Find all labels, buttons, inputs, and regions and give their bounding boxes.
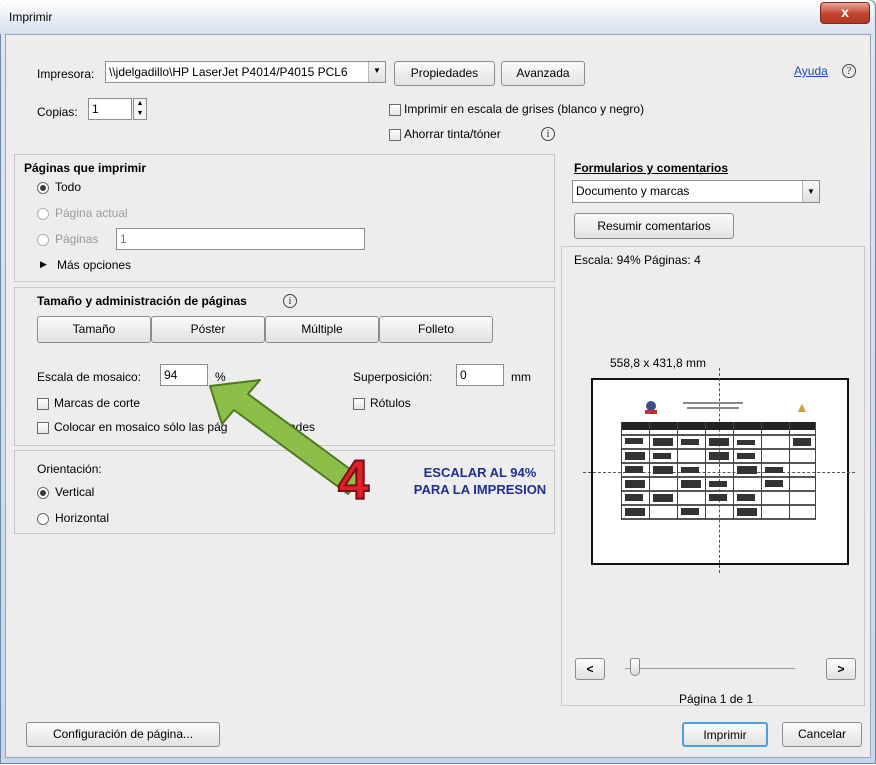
- more-options-link[interactable]: Más opciones: [57, 258, 131, 272]
- forms-select-value: Documento y marcas: [576, 184, 690, 198]
- preview-size-text: 558,8 x 431,8 mm: [610, 356, 707, 370]
- overlap-input[interactable]: 0: [456, 364, 504, 386]
- svg-text:▲: ▲: [795, 399, 809, 415]
- annotation-line-2: PARA LA IMPRESION: [413, 482, 547, 497]
- size-button[interactable]: Tamaño: [37, 316, 151, 343]
- next-page-button[interactable]: >: [826, 658, 856, 680]
- chevron-down-icon: ▼: [368, 62, 385, 82]
- poster-button[interactable]: Póster: [151, 316, 265, 343]
- properties-button[interactable]: Propiedades: [394, 61, 495, 86]
- save-ink-label: Ahorrar tinta/tóner: [404, 127, 501, 141]
- annotation-line-1: ESCALAR AL 94%: [423, 465, 537, 480]
- tile-only-checkbox[interactable]: [37, 422, 49, 434]
- expand-arrow-icon[interactable]: ▶: [40, 259, 47, 270]
- close-icon: x: [841, 4, 849, 20]
- portrait-label: Vertical: [55, 485, 95, 499]
- printer-label: Impresora:: [37, 67, 95, 81]
- copies-label: Copias:: [37, 105, 78, 119]
- landscape-radio[interactable]: [37, 513, 49, 525]
- tile-scale-label: Escala de mosaico:: [37, 370, 142, 384]
- page-slider-thumb[interactable]: [630, 658, 640, 676]
- cut-marks-checkbox[interactable]: [37, 398, 49, 410]
- title-bar[interactable]: [0, 0, 874, 34]
- landscape-label: Horizontal: [55, 511, 110, 525]
- grayscale-label: Imprimir en escala de grises (blanco y n…: [404, 102, 645, 116]
- sizing-header: Tamaño y administración de páginas: [37, 294, 247, 308]
- prev-page-button[interactable]: <: [575, 658, 605, 680]
- window-title: Imprimir: [9, 10, 53, 24]
- pages-all-label: Todo: [55, 180, 82, 194]
- annotation-number: 4: [337, 448, 370, 511]
- page-setup-button[interactable]: Configuración de página...: [26, 722, 220, 747]
- orientation-header: Orientación:: [37, 462, 102, 476]
- copies-input[interactable]: 1: [88, 98, 132, 120]
- pages-all-radio[interactable]: [37, 182, 49, 194]
- overlap-unit: mm: [511, 370, 531, 384]
- page-slider-track[interactable]: [625, 668, 795, 669]
- info-icon[interactable]: i: [541, 127, 555, 141]
- grayscale-checkbox[interactable]: [389, 104, 401, 116]
- pages-range-radio[interactable]: [37, 234, 49, 246]
- forms-select[interactable]: Documento y marcas ▼: [572, 180, 820, 203]
- info-icon[interactable]: i: [283, 294, 297, 308]
- pages-range-label: Páginas: [55, 232, 99, 246]
- chevron-down-icon: ▼: [802, 181, 819, 202]
- forms-header: Formularios y comentarios: [574, 161, 729, 175]
- cut-marks-label: Marcas de corte: [54, 396, 141, 410]
- booklet-button[interactable]: Folleto: [379, 316, 493, 343]
- pages-header: Páginas que imprimir: [24, 161, 147, 175]
- portrait-radio[interactable]: [37, 487, 49, 499]
- printer-select[interactable]: \\jdelgadillo\HP LaserJet P4014/P4015 PC…: [105, 61, 386, 83]
- copies-stepper[interactable]: ▲ ▼: [133, 98, 147, 120]
- annotation-text: ESCALAR AL 94% PARA LA IMPRESION: [400, 464, 560, 498]
- save-ink-checkbox[interactable]: [389, 129, 401, 141]
- page-counter: Página 1 de 1: [679, 692, 754, 706]
- current-page-label: Página actual: [55, 206, 128, 220]
- printer-value: \\jdelgadillo\HP LaserJet P4014/P4015 PC…: [109, 65, 348, 79]
- cancel-button[interactable]: Cancelar: [782, 722, 862, 747]
- multiple-button[interactable]: Múltiple: [265, 316, 379, 343]
- page-preview: ▲: [583, 368, 855, 573]
- close-button[interactable]: x: [820, 2, 870, 24]
- preview-scale-text: Escala: 94% Páginas: 4: [574, 253, 701, 267]
- document-thumbnail: ▲: [621, 399, 816, 520]
- advanced-button[interactable]: Avanzada: [501, 61, 585, 86]
- summarize-comments-button[interactable]: Resumir comentarios: [574, 213, 734, 239]
- pages-range-input[interactable]: 1: [116, 228, 365, 250]
- help-link[interactable]: Ayuda: [794, 64, 828, 78]
- print-button[interactable]: Imprimir: [682, 722, 768, 747]
- current-page-radio[interactable]: [37, 208, 49, 220]
- help-circle-icon[interactable]: ?: [842, 64, 856, 78]
